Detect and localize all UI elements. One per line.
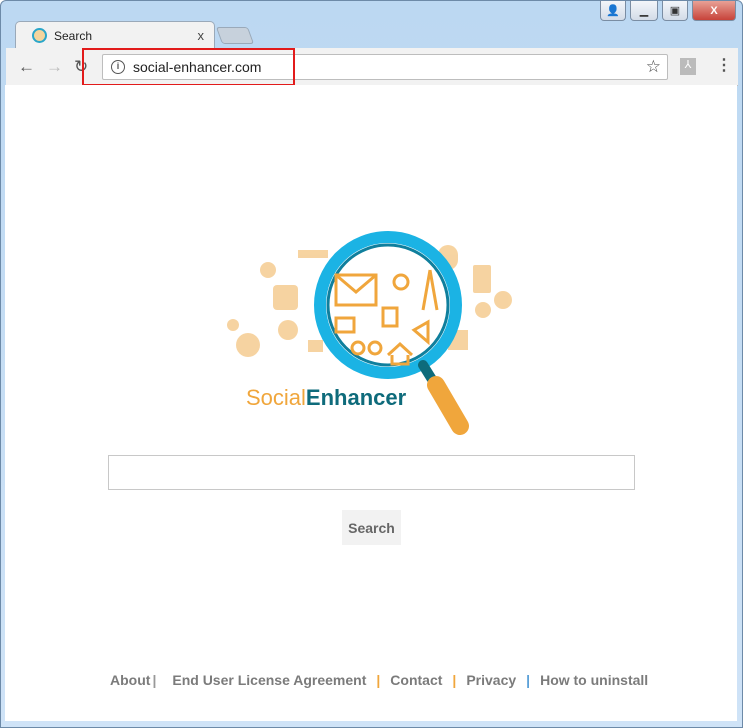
footer-link-privacy[interactable]: Privacy	[466, 672, 516, 688]
separator: |	[452, 672, 457, 688]
separator: |	[152, 672, 157, 688]
logo-text-social: Social	[246, 385, 306, 410]
svg-text:SocialEnhancer: SocialEnhancer	[246, 385, 407, 410]
footer-link-contact[interactable]: Contact	[390, 672, 442, 688]
bookmark-star-icon[interactable]: ☆	[646, 57, 661, 77]
page-content: SocialEnhancer Search About | End User Lic…	[5, 85, 737, 721]
footer-link-about[interactable]: About	[110, 672, 150, 688]
menu-icon[interactable]: ⋮	[716, 55, 732, 75]
tab-title: Search	[54, 28, 93, 43]
close-window-button[interactable]: X	[692, 1, 736, 21]
minimize-button[interactable]: ▁	[630, 1, 658, 21]
footer-links: About | End User License Agreement | Contact…	[110, 672, 648, 688]
footer-link-uninstall[interactable]: How to uninstall	[540, 672, 648, 688]
separator: |	[526, 672, 531, 688]
search-button[interactable]: Search	[342, 510, 401, 545]
search-input[interactable]	[108, 455, 635, 490]
separator: |	[376, 672, 381, 688]
forward-icon[interactable]: →	[46, 57, 63, 77]
footer-link-eula[interactable]: End User License Agreement	[172, 672, 366, 688]
back-icon[interactable]: ←	[18, 57, 35, 77]
logo-text-enhancer: Enhancer	[306, 385, 407, 410]
maximize-button[interactable]: ▣	[662, 1, 688, 21]
tab-search[interactable]: Search x	[15, 21, 215, 49]
new-tab-button[interactable]	[215, 27, 255, 44]
url-highlight-box	[82, 48, 295, 86]
profile-button[interactable]: 👤	[600, 1, 626, 21]
close-tab-icon[interactable]: x	[198, 28, 205, 43]
social-enhancer-logo: SocialEnhancer	[227, 231, 512, 435]
favicon-icon	[32, 28, 47, 43]
pdf-extension-icon[interactable]: ⅄	[680, 58, 696, 75]
